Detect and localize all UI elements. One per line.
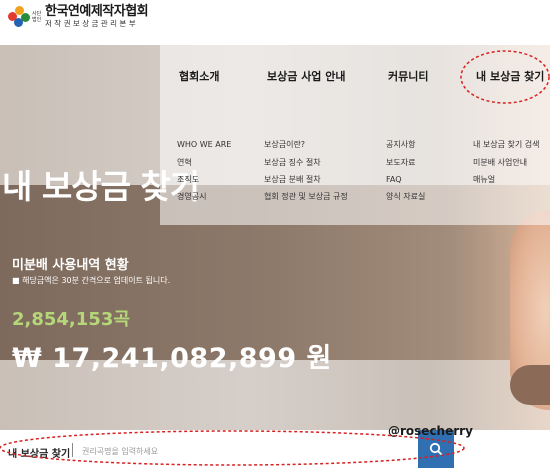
annotation-ellipse-search xyxy=(0,430,465,466)
annotation-overlay xyxy=(0,50,550,466)
annotation-ellipse-nav xyxy=(460,50,550,104)
